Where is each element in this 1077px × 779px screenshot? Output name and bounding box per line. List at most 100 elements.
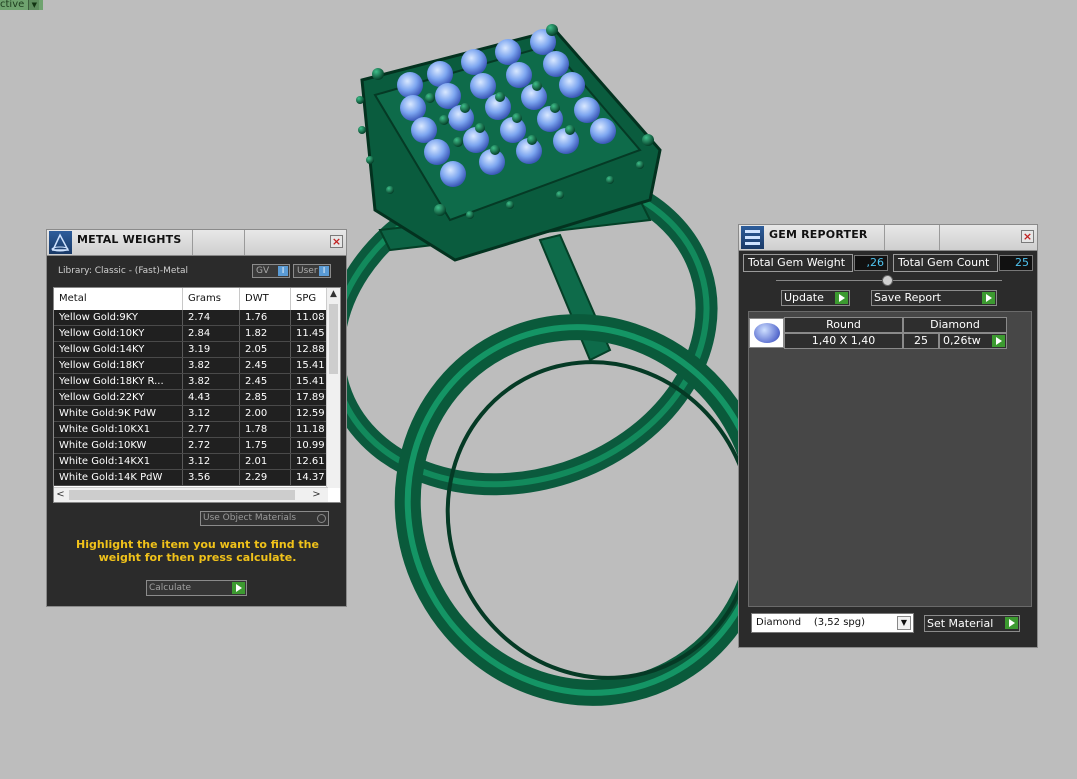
cell-spg: 14.37	[291, 470, 328, 485]
calculate-button[interactable]: Calculate	[146, 580, 247, 596]
gem-thumbnail[interactable]	[749, 318, 784, 348]
cell-dwt: 2.00	[240, 406, 291, 421]
user-toggle[interactable]: User I	[293, 264, 331, 278]
table-row[interactable]: Yellow Gold:22KY 4.43 2.85 17.89	[54, 390, 328, 406]
cell-metal: White Gold:14KX1	[54, 454, 183, 469]
horizontal-scrollbar[interactable]: < >	[54, 487, 328, 502]
cell-metal: Yellow Gold:18KY	[54, 358, 183, 373]
column-header-grams[interactable]: Grams	[183, 288, 240, 310]
cell-grams: 2.77	[183, 422, 240, 437]
toggle-indicator-icon: I	[278, 266, 288, 276]
play-icon	[982, 292, 995, 304]
cell-spg: 11.18	[291, 422, 328, 437]
save-report-button[interactable]: Save Report	[871, 290, 997, 306]
title-divider	[244, 230, 245, 255]
cell-dwt: 1.76	[240, 310, 291, 325]
table-row[interactable]: White Gold:9K PdW 3.12 2.00 12.59	[54, 406, 328, 422]
cell-dwt: 2.85	[240, 390, 291, 405]
scroll-left-icon[interactable]: <	[54, 488, 67, 502]
title-divider	[192, 230, 193, 255]
table-row[interactable]: Yellow Gold:10KY 2.84 1.82 11.45	[54, 326, 328, 342]
cell-grams: 3.82	[183, 358, 240, 373]
play-icon	[835, 292, 848, 304]
scroll-right-icon[interactable]: >	[310, 488, 323, 502]
cell-metal: Yellow Gold:9KY	[54, 310, 183, 325]
play-icon	[232, 582, 245, 594]
update-button[interactable]: Update	[781, 290, 850, 306]
vertical-scrollbar[interactable]: ▲	[326, 288, 340, 488]
gv-toggle-label: GV	[256, 266, 270, 276]
use-object-materials-toggle[interactable]: Use Object Materials	[200, 511, 329, 526]
table-row[interactable]: White Gold:10KW 2.72 1.75 10.99	[54, 438, 328, 454]
set-material-button[interactable]: Set Material	[924, 615, 1020, 632]
close-icon[interactable]: ×	[330, 235, 343, 248]
title-divider	[939, 225, 940, 250]
gem-count: 25	[903, 333, 939, 349]
gem-reporter-titlebar[interactable]: GEM REPORTER ×	[739, 225, 1037, 251]
scroll-thumb[interactable]	[69, 490, 295, 500]
radio-icon	[317, 514, 326, 523]
cell-spg: 10.99	[291, 438, 328, 453]
table-row[interactable]: Yellow Gold:18KY R... 3.82 2.45 15.41	[54, 374, 328, 390]
save-report-label: Save Report	[874, 291, 941, 304]
cell-grams: 2.84	[183, 326, 240, 341]
cell-dwt: 2.45	[240, 358, 291, 373]
material-select[interactable]: Diamond (3,52 spg) ▼	[751, 613, 914, 633]
scroll-thumb[interactable]	[329, 304, 338, 374]
play-icon	[1005, 617, 1018, 629]
viewport-mode-tab[interactable]: ctive ▼	[0, 0, 44, 10]
cell-metal: White Gold:10KX1	[54, 422, 183, 437]
cell-spg: 15.41	[291, 374, 328, 389]
chevron-down-icon[interactable]: ▼	[897, 616, 911, 630]
cell-metal: White Gold:10KW	[54, 438, 183, 453]
cell-metal: White Gold:14K PdW	[54, 470, 183, 485]
total-gem-count-value: 25	[999, 255, 1033, 271]
table-row[interactable]: Yellow Gold:18KY 3.82 2.45 15.41	[54, 358, 328, 374]
cell-spg: 11.45	[291, 326, 328, 341]
metal-weights-titlebar[interactable]: METAL WEIGHTS ×	[47, 230, 346, 256]
chevron-down-icon[interactable]: ▼	[28, 0, 40, 10]
column-header-dwt[interactable]: DWT	[240, 288, 291, 310]
cell-grams: 2.74	[183, 310, 240, 325]
panel-title: METAL WEIGHTS	[77, 233, 182, 246]
table-row[interactable]: White Gold:10KX1 2.77 1.78 11.18	[54, 422, 328, 438]
cell-spg: 12.88	[291, 342, 328, 357]
user-toggle-label: User	[297, 266, 318, 276]
cell-grams: 3.12	[183, 406, 240, 421]
cell-grams: 3.19	[183, 342, 240, 357]
gv-toggle[interactable]: GV I	[252, 264, 290, 278]
column-header-metal[interactable]: Metal	[54, 288, 183, 310]
cell-dwt: 2.29	[240, 470, 291, 485]
cell-dwt: 2.01	[240, 454, 291, 469]
cell-metal: Yellow Gold:14KY	[54, 342, 183, 357]
gem-size: 1,40 X 1,40	[784, 333, 903, 349]
use-object-materials-label: Use Object Materials	[203, 513, 297, 523]
material-select-value: Diamond (3,52 spg)	[756, 617, 866, 628]
slider-handle[interactable]	[882, 275, 893, 286]
title-divider	[884, 225, 885, 250]
cell-dwt: 1.75	[240, 438, 291, 453]
cell-metal: Yellow Gold:10KY	[54, 326, 183, 341]
total-gem-count-label: Total Gem Count	[893, 254, 998, 272]
table-row[interactable]: Yellow Gold:9KY 2.74 1.76 11.08	[54, 310, 328, 326]
total-gem-weight-label: Total Gem Weight	[743, 254, 853, 272]
metal-table: Metal Grams DWT SPG Yellow Gold:9KY 2.74 1…	[53, 287, 341, 503]
cell-dwt: 2.45	[240, 374, 291, 389]
table-row[interactable]: Yellow Gold:14KY 3.19 2.05 12.88	[54, 342, 328, 358]
table-row[interactable]: White Gold:14K PdW 3.56 2.29 14.37	[54, 470, 328, 486]
viewport-mode-label: ctive	[0, 0, 25, 10]
cell-metal: White Gold:9K PdW	[54, 406, 183, 421]
cell-grams: 3.12	[183, 454, 240, 469]
gem-shape: Round	[784, 317, 903, 333]
cell-grams: 3.56	[183, 470, 240, 485]
scroll-up-icon[interactable]: ▲	[327, 288, 340, 301]
table-body: Yellow Gold:9KY 2.74 1.76 11.08 Yellow Gold…	[54, 310, 328, 486]
panel-title: GEM REPORTER	[769, 228, 868, 241]
toggle-indicator-icon: I	[319, 266, 329, 276]
gem-weight-button[interactable]: 0,26tw	[939, 333, 1007, 349]
close-icon[interactable]: ×	[1021, 230, 1034, 243]
table-row[interactable]: White Gold:14KX1 3.12 2.01 12.61	[54, 454, 328, 470]
cell-dwt: 1.78	[240, 422, 291, 437]
cell-grams: 3.82	[183, 374, 240, 389]
column-header-spg[interactable]: SPG	[291, 288, 328, 310]
